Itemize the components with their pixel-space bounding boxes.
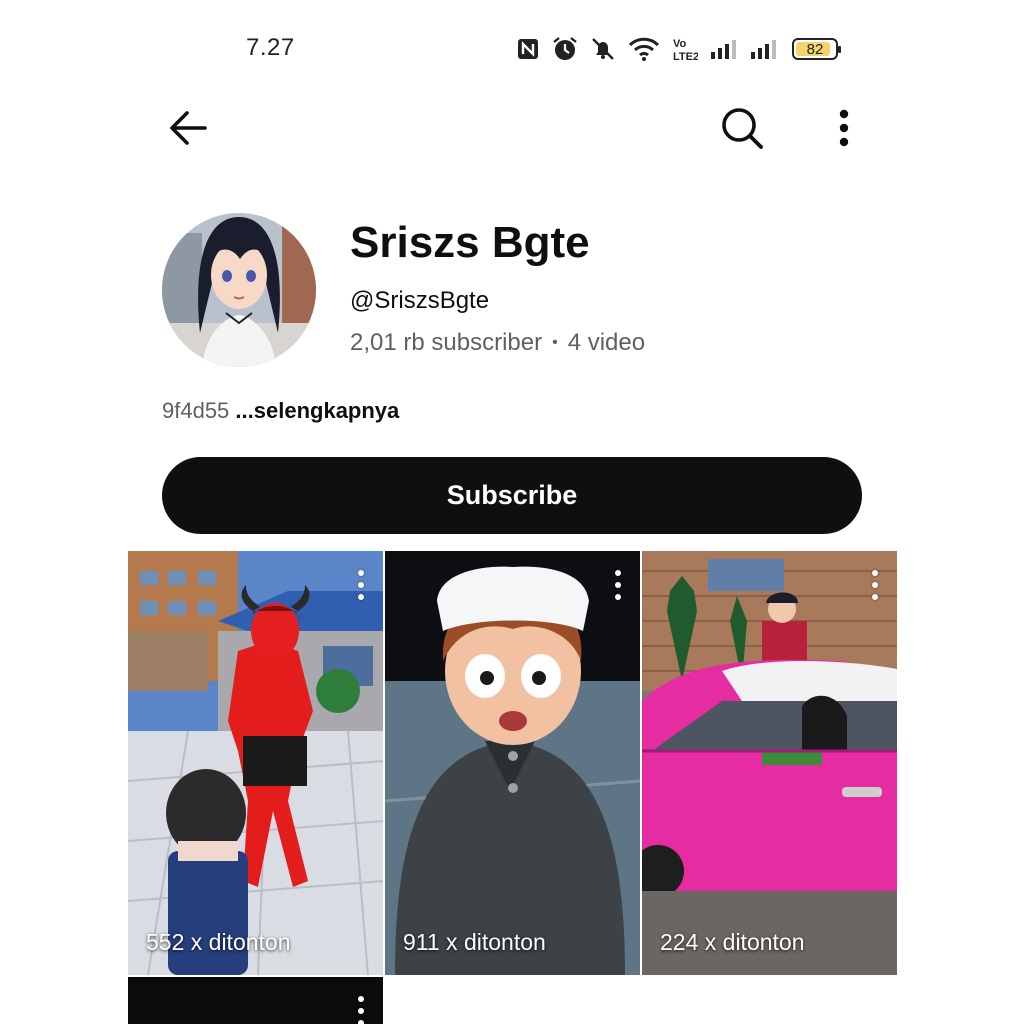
subscriber-count: 2,01 rb subscriber [350, 329, 543, 356]
channel-name: Sriszs Bgte [350, 218, 590, 267]
more-options-button[interactable] [816, 100, 872, 156]
back-button[interactable] [160, 100, 216, 156]
short-view-count: 224 x ditonton [660, 929, 805, 955]
channel-stats: 2,01 rb subscriber • 4 video [350, 329, 645, 357]
battery-level: 82 [806, 40, 824, 58]
channel-handle: @SriszsBgte [350, 287, 490, 314]
svg-text:LTE2: LTE2 [673, 51, 698, 62]
svg-text:Vo: Vo [673, 38, 687, 50]
short-tile[interactable]: 552 x ditonton [128, 551, 383, 975]
back-arrow-icon [170, 111, 207, 145]
short-menu-button[interactable] [349, 565, 373, 605]
short-view-count: 911 x ditonton [403, 929, 546, 955]
signal-icon-2 [750, 38, 778, 60]
subscribe-button[interactable]: Subscribe [162, 457, 862, 534]
short-tile[interactable]: 224 x ditonton [642, 551, 897, 975]
short-view-count: 552 x ditonton [146, 929, 291, 955]
volte-icon: Vo LTE2 [672, 36, 698, 62]
top-app-bar [0, 96, 1024, 160]
more-vert-icon [839, 109, 849, 147]
short-tile[interactable] [128, 977, 383, 1024]
short-thumbnail [642, 551, 897, 975]
nfc-icon [516, 37, 540, 61]
short-menu-button[interactable] [606, 565, 630, 605]
stats-separator: • [552, 334, 558, 351]
mute-icon [590, 36, 616, 62]
channel-avatar[interactable] [162, 213, 316, 367]
search-button[interactable] [714, 100, 770, 156]
short-thumbnail [128, 551, 383, 975]
short-menu-button[interactable] [863, 565, 887, 605]
short-tile[interactable]: 911 x ditonton [385, 551, 640, 975]
channel-description[interactable]: 9f4d55 ...selengkapnya [162, 398, 399, 424]
status-bar: 7.27 Vo LTE2 82 [0, 0, 1024, 96]
status-time: 7.27 [246, 34, 295, 61]
show-more-link[interactable]: ...selengkapnya [235, 398, 399, 423]
video-count: 4 video [567, 329, 646, 356]
alarm-icon [552, 36, 578, 62]
battery-icon: 82 [792, 38, 841, 60]
short-menu-button[interactable] [349, 991, 373, 1024]
search-icon [722, 108, 763, 149]
status-icons: Vo LTE2 82 [516, 34, 841, 64]
short-thumbnail [385, 551, 640, 975]
signal-icon [710, 38, 738, 60]
wifi-icon [628, 37, 660, 61]
description-text: 9f4d55 [162, 398, 230, 423]
